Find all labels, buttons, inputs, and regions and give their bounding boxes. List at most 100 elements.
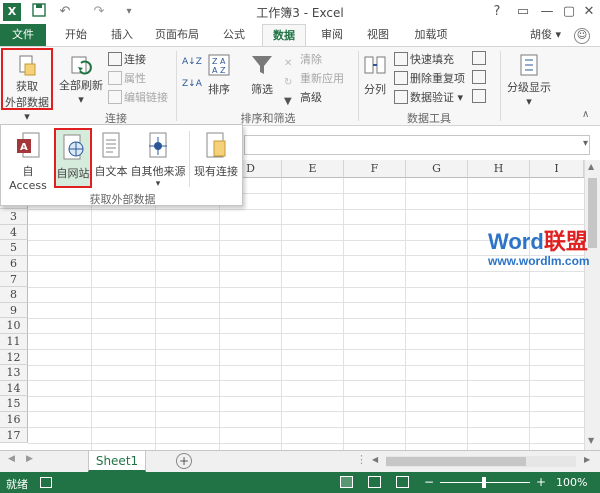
help-icon[interactable]: ?	[486, 2, 508, 22]
grid-line	[219, 178, 220, 450]
tab-page-layout[interactable]: 页面布局	[148, 24, 206, 46]
existing-connections-icon	[203, 131, 229, 161]
normal-view-icon[interactable]	[340, 476, 353, 488]
advanced-filter-button[interactable]: ▼ 高级	[284, 89, 322, 107]
grid-line	[28, 302, 584, 304]
outline-button[interactable]: 分级显示 ▾	[504, 49, 554, 108]
clear-filter-button[interactable]: ✕ 清除	[284, 51, 322, 69]
zoom-level[interactable]: 100%	[556, 476, 587, 489]
page-layout-view-icon[interactable]	[368, 476, 381, 488]
hscroll-thumb[interactable]	[386, 457, 526, 466]
row-header[interactable]: 13	[0, 365, 28, 381]
row-header[interactable]: 11	[0, 334, 28, 350]
chevron-down-icon: ▾	[526, 95, 532, 108]
row-header[interactable]: 16	[0, 412, 28, 428]
tab-file[interactable]: 文件	[0, 24, 46, 46]
refresh-all-button[interactable]: 全部刷新 ▾	[56, 49, 106, 109]
tab-formulas[interactable]: 公式	[214, 24, 254, 46]
tab-review[interactable]: 审阅	[312, 24, 352, 46]
svg-text:Z A: Z A	[212, 57, 226, 66]
column-header[interactable]: E	[282, 160, 344, 178]
existing-connections-button[interactable]: 现有连接	[191, 131, 241, 179]
formula-input[interactable]	[244, 135, 590, 155]
tab-insert[interactable]: 插入	[104, 24, 140, 46]
scroll-down-icon[interactable]: ▼	[588, 436, 594, 445]
properties-button[interactable]: 属性	[108, 70, 146, 88]
relationships-icon[interactable]	[472, 89, 486, 103]
hscroll-right-icon[interactable]: ▶	[584, 455, 590, 464]
row-header[interactable]: 8	[0, 287, 28, 303]
add-sheet-icon[interactable]: +	[176, 453, 192, 469]
status-bar: 就绪 − + 100%	[0, 472, 600, 493]
flash-fill-button[interactable]: 快速填充	[394, 51, 454, 69]
row-header[interactable]: 14	[0, 380, 28, 397]
from-other-sources-button[interactable]: 自其他来源 ▾	[129, 131, 187, 189]
get-external-label-2: 外部数据	[5, 96, 49, 109]
watermark-brand-cn: 联盟	[543, 229, 588, 254]
row-header[interactable]: 15	[0, 396, 28, 412]
row-header[interactable]: 6	[0, 256, 28, 272]
close-icon[interactable]: ✕	[578, 2, 600, 22]
prev-sheet-icon[interactable]: ◀	[8, 454, 15, 464]
zoom-slider-thumb[interactable]	[482, 477, 486, 488]
row-header[interactable]: 5	[0, 240, 28, 256]
row-header[interactable]: 3	[0, 209, 28, 225]
ribbon-display-icon[interactable]: ▭	[512, 2, 534, 22]
reapply-icon: ↻	[284, 77, 293, 88]
filter-button[interactable]: 筛选	[244, 49, 280, 107]
macro-record-icon[interactable]	[40, 477, 52, 488]
smiley-icon[interactable]: ☺	[574, 28, 590, 44]
zoom-out-button[interactable]: −	[424, 475, 434, 489]
window-title: 工作簿3 - Excel	[256, 6, 344, 20]
user-account[interactable]: 胡俊 ▾	[530, 24, 561, 46]
row-header[interactable]: 12	[0, 349, 28, 366]
sort-ascending-button[interactable]: A↓Z	[182, 53, 202, 71]
vertical-scrollbar[interactable]: ▲ ▼	[584, 160, 600, 450]
remove-duplicates-button[interactable]: 删除重复项	[394, 70, 465, 88]
sort-descending-button[interactable]: Z↓A	[182, 75, 202, 93]
from-web-button[interactable]: 自网站	[54, 128, 92, 188]
consolidate-icon[interactable]	[472, 51, 486, 65]
sheet-options-icon[interactable]: ⋮	[356, 453, 367, 466]
row-header[interactable]: 10	[0, 318, 28, 334]
connections-button[interactable]: 连接	[108, 51, 146, 69]
from-access-button[interactable]: A 自 Access	[3, 131, 53, 192]
row-header[interactable]: 9	[0, 302, 28, 319]
sheet-tab-sheet1[interactable]: Sheet1	[88, 451, 146, 472]
column-header[interactable]: I	[530, 160, 584, 178]
row-header[interactable]: 7	[0, 271, 28, 288]
tab-home[interactable]: 开始	[58, 24, 94, 46]
collapse-ribbon-icon[interactable]: ∧	[582, 109, 589, 120]
minimize-icon[interactable]: —	[536, 2, 558, 22]
column-header[interactable]: F	[344, 160, 406, 178]
zoom-in-button[interactable]: +	[536, 475, 546, 489]
next-sheet-icon[interactable]: ▶	[26, 454, 33, 464]
chevron-down-icon: ▾	[78, 93, 84, 106]
maximize-icon[interactable]: ▢	[558, 2, 580, 22]
row-header[interactable]: 4	[0, 224, 28, 241]
tab-view[interactable]: 视图	[358, 24, 398, 46]
what-if-analysis-icon[interactable]	[472, 70, 486, 84]
watermark: Word联盟 www.wordlm.com	[488, 229, 590, 269]
column-header[interactable]: H	[468, 160, 530, 178]
data-validation-icon	[394, 90, 408, 104]
grid-line	[28, 271, 584, 272]
data-validation-button[interactable]: 数据验证 ▾	[394, 89, 463, 107]
column-header[interactable]: G	[406, 160, 468, 178]
row-header[interactable]: 17	[0, 427, 28, 444]
horizontal-scrollbar[interactable]	[386, 456, 576, 467]
expand-formula-icon[interactable]: ▾	[583, 138, 588, 149]
page-break-view-icon[interactable]	[396, 476, 409, 488]
edit-links-icon	[108, 90, 122, 104]
tab-addins[interactable]: 加载项	[406, 24, 456, 46]
get-external-data-button[interactable]: 获取 外部数据 ▾	[1, 48, 53, 123]
reapply-button[interactable]: ↻ 重新应用	[284, 70, 344, 88]
sort-button[interactable]: Z AA Z 排序	[204, 49, 234, 107]
grid-line	[28, 427, 584, 428]
text-to-columns-button[interactable]: 分列	[360, 49, 390, 107]
from-text-button[interactable]: 自文本	[93, 131, 129, 179]
scroll-up-icon[interactable]: ▲	[588, 162, 594, 171]
edit-links-button[interactable]: 编辑链接	[108, 89, 168, 107]
hscroll-left-icon[interactable]: ◀	[372, 455, 378, 464]
tab-data[interactable]: 数据	[262, 24, 306, 46]
